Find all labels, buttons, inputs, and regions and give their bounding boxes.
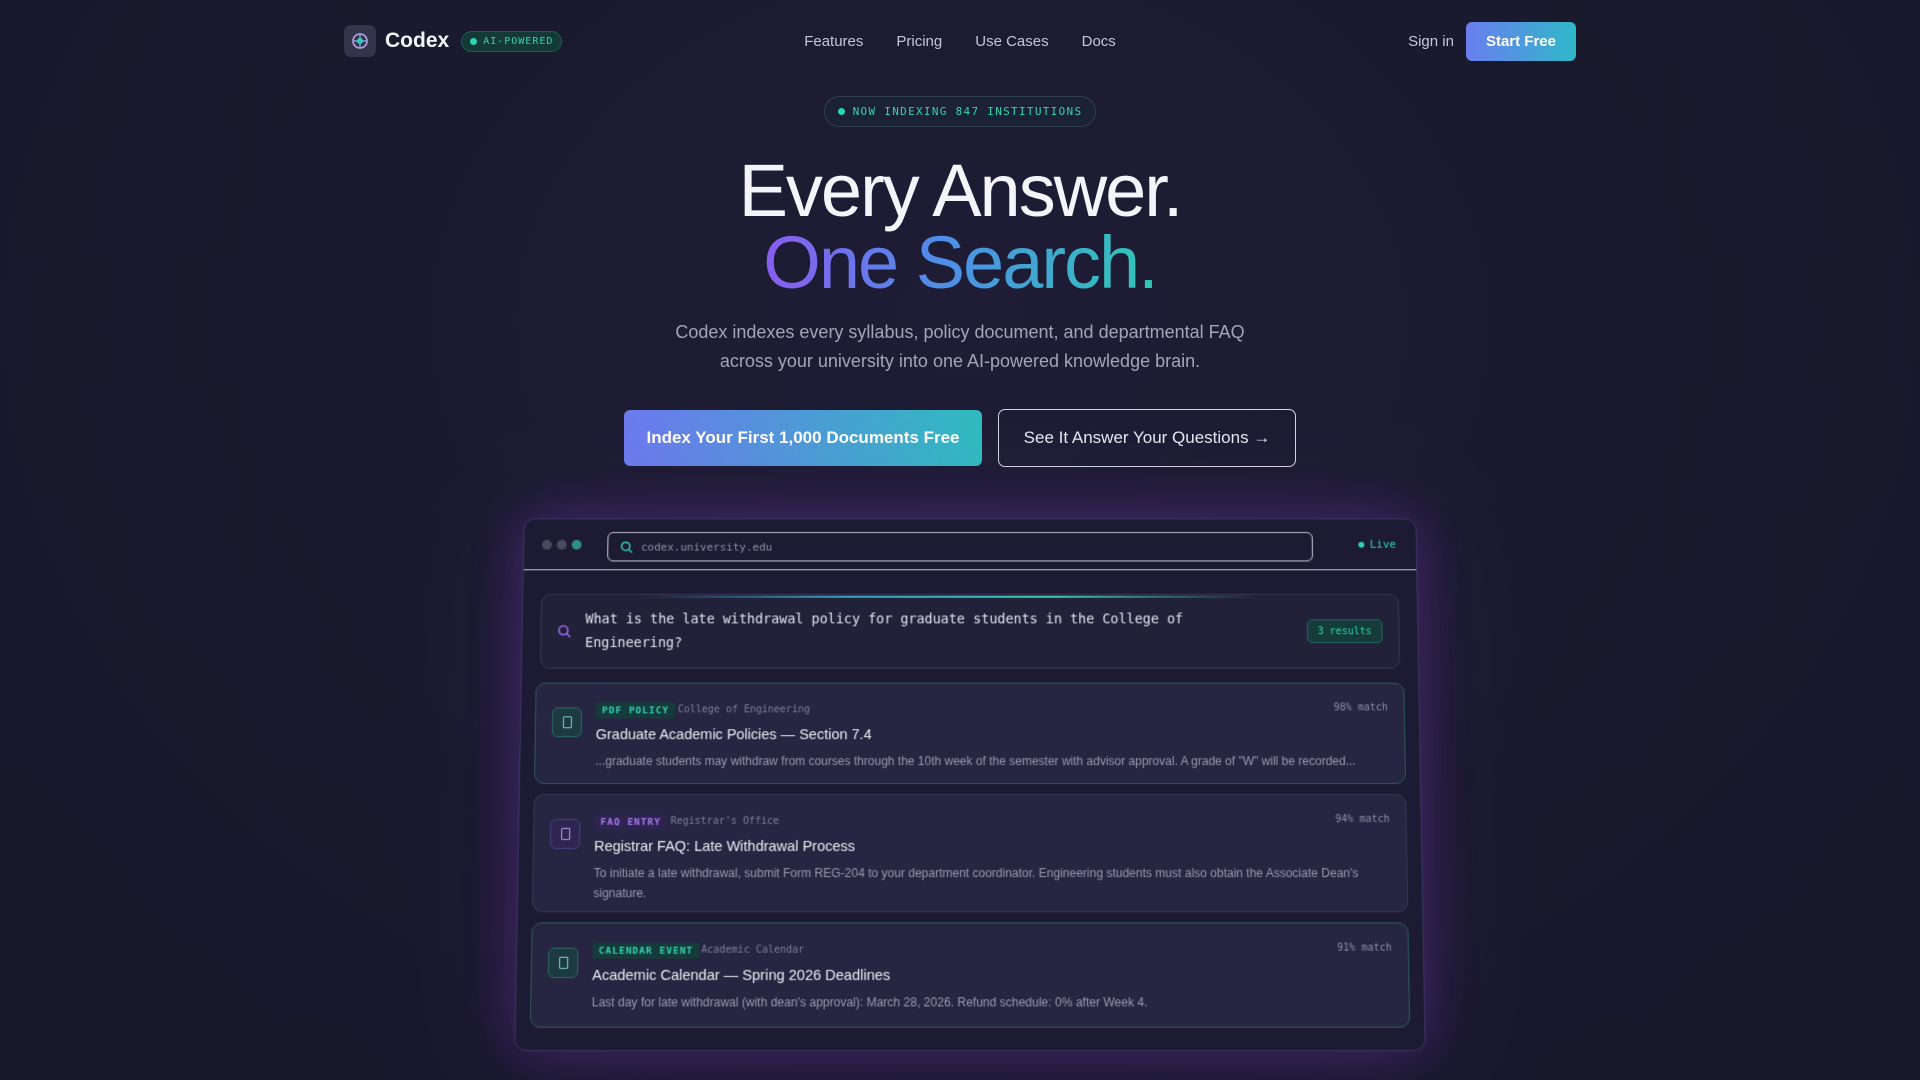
hero-subtitle-line2: across your university into one AI-power… (719, 351, 1201, 371)
result-card[interactable]: FAQ ENTRY Registrar's Office 94% match R… (531, 793, 1409, 913)
results-count-badge: 3 results (1306, 619, 1383, 644)
top-nav: Codex AI-POWERED Features Pricing Use Ca… (344, 21, 1576, 61)
nav-link-use-cases[interactable]: Use Cases (975, 33, 1048, 50)
live-dot-icon (1357, 541, 1364, 548)
app-preview: codex.university.edu Live What is the la… (514, 518, 1426, 1052)
see-answers-button[interactable]: See It Answer Your Questions → (998, 409, 1296, 467)
indexing-pill-label: NOW INDEXING 847 INSTITUTIONS (852, 105, 1083, 118)
url-bar[interactable]: codex.university.edu (607, 532, 1314, 562)
result-title: Graduate Academic Policies — Section 7.4 (595, 727, 872, 744)
hero-headline-line2: One Search. (0, 220, 1920, 305)
result-tag: CALENDAR EVENT (592, 942, 700, 959)
live-indicator: Live (1357, 537, 1397, 551)
document-icon (547, 947, 579, 979)
window-dot-icon (556, 539, 567, 550)
brain-icon (352, 33, 368, 49)
nav-link-features[interactable]: Features (804, 33, 863, 50)
hero-headline-gradient: One Search. (763, 221, 1158, 304)
indexing-pill: NOW INDEXING 847 INSTITUTIONS (824, 96, 1096, 127)
result-match: 91% match (1337, 942, 1392, 954)
logo[interactable] (344, 25, 376, 57)
document-icon (551, 707, 583, 738)
status-dot-icon (837, 108, 845, 115)
result-match: 98% match (1333, 702, 1388, 714)
hero-subtitle-line1: Codex indexes every syllabus, policy doc… (675, 322, 1245, 342)
nav-link-docs[interactable]: Docs (1082, 33, 1116, 50)
result-match: 94% match (1335, 813, 1390, 825)
index-documents-button[interactable]: Index Your First 1,000 Documents Free (624, 410, 982, 466)
result-title: Registrar FAQ: Late Withdrawal Process (593, 838, 856, 856)
result-card[interactable]: PDF POLICY College of Engineering 98% ma… (533, 682, 1407, 784)
start-free-button[interactable]: Start Free (1465, 21, 1576, 61)
window-dot-icon (541, 539, 552, 550)
result-excerpt: ...graduate students may withdraw from c… (595, 754, 1356, 769)
sign-in-link[interactable]: Sign in (1408, 33, 1454, 50)
browser-bar: codex.university.edu Live (523, 519, 1417, 571)
search-icon (557, 624, 571, 638)
brand-name[interactable]: Codex (385, 29, 449, 53)
url-text: codex.university.edu (640, 540, 773, 554)
result-department: College of Engineering (677, 704, 810, 716)
live-label: Live (1369, 537, 1397, 551)
result-tag: FAQ ENTRY (594, 813, 668, 830)
search-icon (620, 540, 633, 553)
window-dot-icon (571, 539, 582, 550)
document-icon (549, 818, 581, 850)
ai-badge-label: AI-POWERED (483, 35, 554, 47)
nav-link-pricing[interactable]: Pricing (896, 33, 942, 50)
nav-actions: Sign in Start Free (1408, 21, 1576, 61)
accent-divider (642, 595, 1258, 598)
result-tag: PDF POLICY (595, 702, 676, 719)
result-excerpt: Last day for late withdrawal (with dean'… (591, 995, 1148, 1010)
search-query-box[interactable]: What is the late withdrawal policy for g… (539, 593, 1401, 669)
status-dot-icon (470, 37, 478, 45)
result-department: Registrar's Office (670, 815, 780, 827)
result-card[interactable]: CALENDAR EVENT Academic Calendar 91% mat… (529, 922, 1411, 1028)
search-query-text: What is the late withdrawal policy for g… (584, 611, 1184, 651)
hero-subtitle: Codex indexes every syllabus, policy doc… (0, 318, 1920, 376)
ai-powered-badge: AI-POWERED (461, 30, 563, 52)
result-excerpt: To initiate a late withdrawal, submit Fo… (593, 866, 1359, 901)
result-department: Academic Calendar (701, 944, 805, 956)
result-title: Academic Calendar — Spring 2026 Deadline… (592, 967, 891, 985)
